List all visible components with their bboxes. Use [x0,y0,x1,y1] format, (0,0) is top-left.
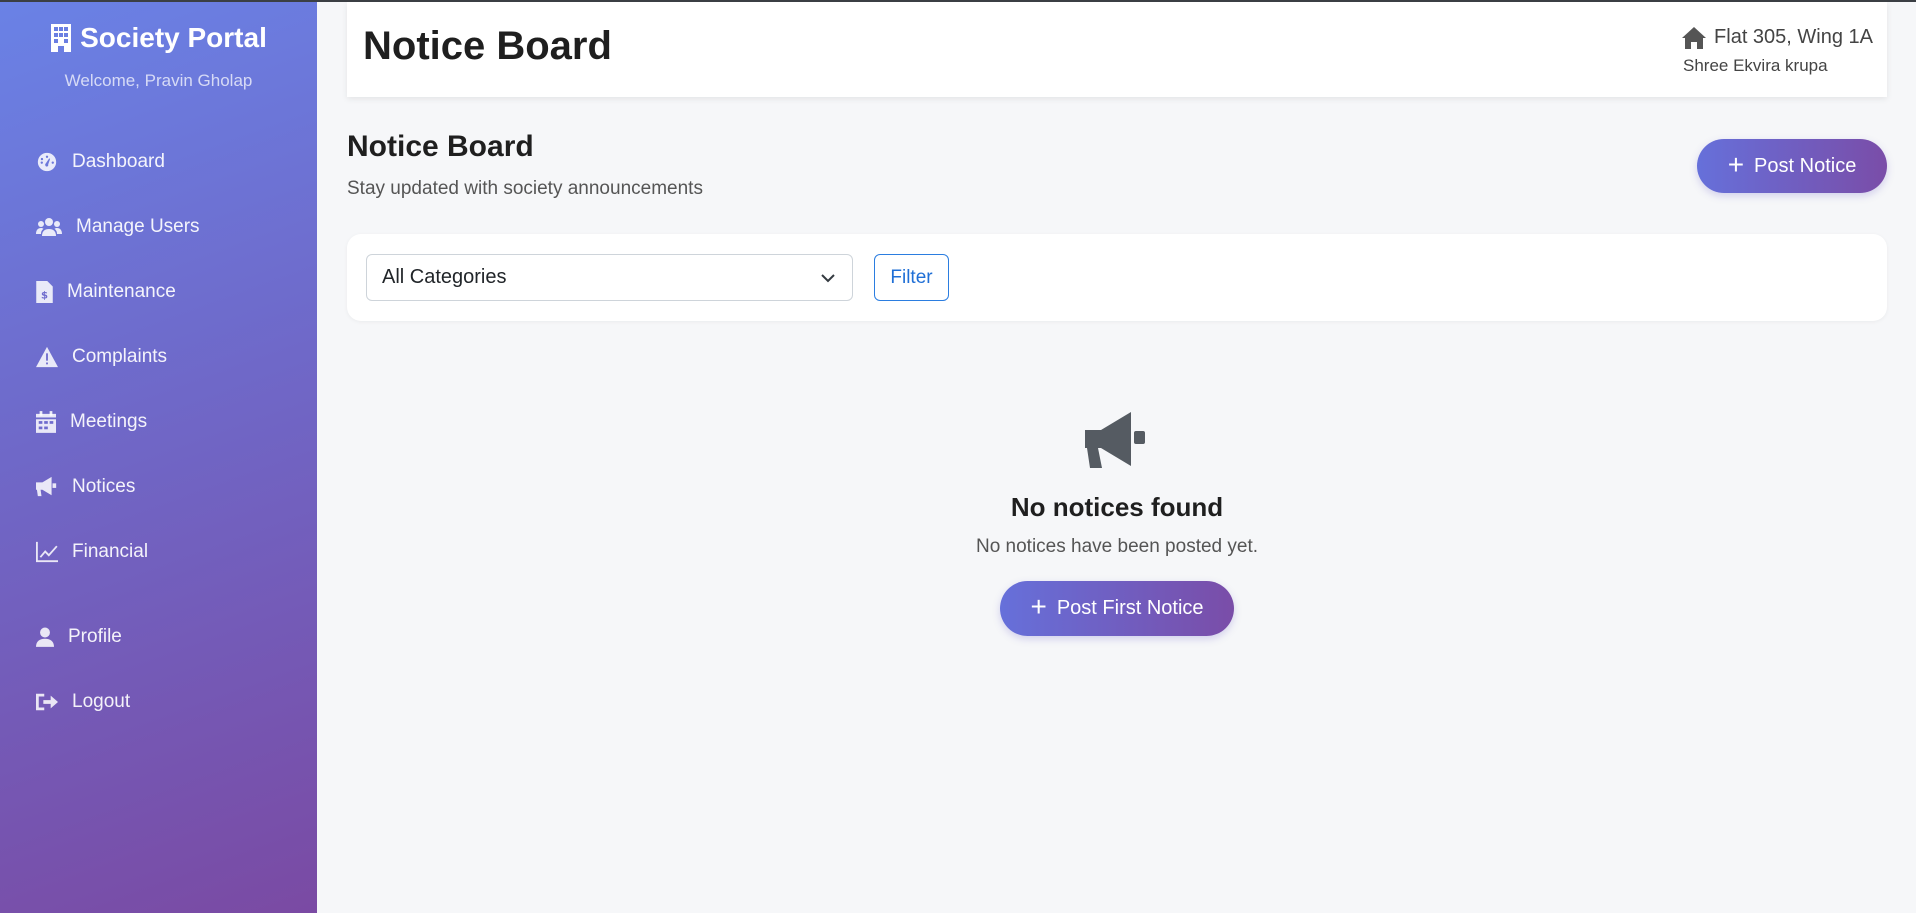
welcome-text: Welcome, Pravin Gholap [64,71,253,90]
flat-label: Flat 305, Wing 1A [1714,26,1873,48]
filter-card: All Categories Filter [347,234,1887,321]
calendar-icon [36,411,56,433]
post-first-notice-button[interactable]: + Post First Notice [1000,581,1234,636]
sidebar-item-label: Maintenance [67,281,176,302]
home-icon [1682,26,1707,49]
empty-state-message: No notices have been posted yet. [975,536,1259,557]
sidebar-item-meetings[interactable]: Meetings [36,407,147,437]
sidebar-item-label: Notices [72,476,136,497]
page-subtitle: Stay updated with society announcements [347,178,703,199]
sidebar-item-label: Meetings [70,411,148,432]
category-select[interactable]: All Categories [366,254,853,301]
plus-icon: + [1727,148,1745,180]
post-notice-label: Post Notice [1754,154,1857,177]
post-notice-button[interactable]: + Post Notice [1697,139,1887,193]
dashboard-icon [37,152,57,172]
sidebar-item-label: Financial [72,541,149,562]
megaphone-icon [1085,412,1145,468]
svg-text:$: $ [41,290,48,301]
chevron-down-icon [821,274,835,283]
category-select-value: All Categories [382,266,507,288]
sign-out-icon [36,693,58,711]
sidebar-item-manage-users[interactable]: Manage Users [36,212,200,242]
top-border [0,0,1916,2]
brand: Society Portal Welcome, Pravin Gholap [0,22,317,91]
empty-state-title: No notices found [1010,492,1224,522]
sidebar: Society Portal Welcome, Pravin Gholap Da… [0,0,317,913]
brand-title[interactable]: Society Portal [50,22,267,54]
sidebar-item-profile[interactable]: Profile [36,622,122,652]
page-title: Notice Board [347,130,534,163]
sidebar-item-label: Logout [72,691,131,712]
sidebar-item-complaints[interactable]: Complaints [36,342,167,372]
building-icon [51,24,72,52]
header-title: Notice Board [363,24,612,68]
sidebar-item-dashboard[interactable]: Dashboard [36,147,165,177]
warning-icon [36,346,58,368]
sidebar-item-label: Profile [68,626,122,647]
sidebar-item-label: Complaints [72,346,168,367]
sidebar-item-notices[interactable]: Notices [36,472,135,502]
plus-icon: + [1030,591,1047,622]
sidebar-item-logout[interactable]: Logout [36,687,130,717]
society-name: Shree Ekvira krupa [1683,56,1828,75]
flat-info: Flat 305, Wing 1A [1682,26,1873,49]
invoice-dollar-icon: $ [36,281,53,303]
sidebar-item-label: Dashboard [72,151,165,172]
sidebar-item-label: Manage Users [76,216,200,237]
user-icon [36,627,54,647]
sidebar-item-maintenance[interactable]: $ Maintenance [36,277,176,307]
top-header: Notice Board Flat 305, Wing 1A Shree Ekv… [347,2,1887,97]
brand-name: Society Portal [80,22,267,53]
filter-button[interactable]: Filter [874,254,949,301]
megaphone-icon [36,476,57,497]
line-chart-icon [36,541,58,563]
sidebar-item-financial[interactable]: Financial [36,537,148,567]
post-first-notice-label: Post First Notice [1056,597,1204,619]
users-icon [36,218,62,236]
